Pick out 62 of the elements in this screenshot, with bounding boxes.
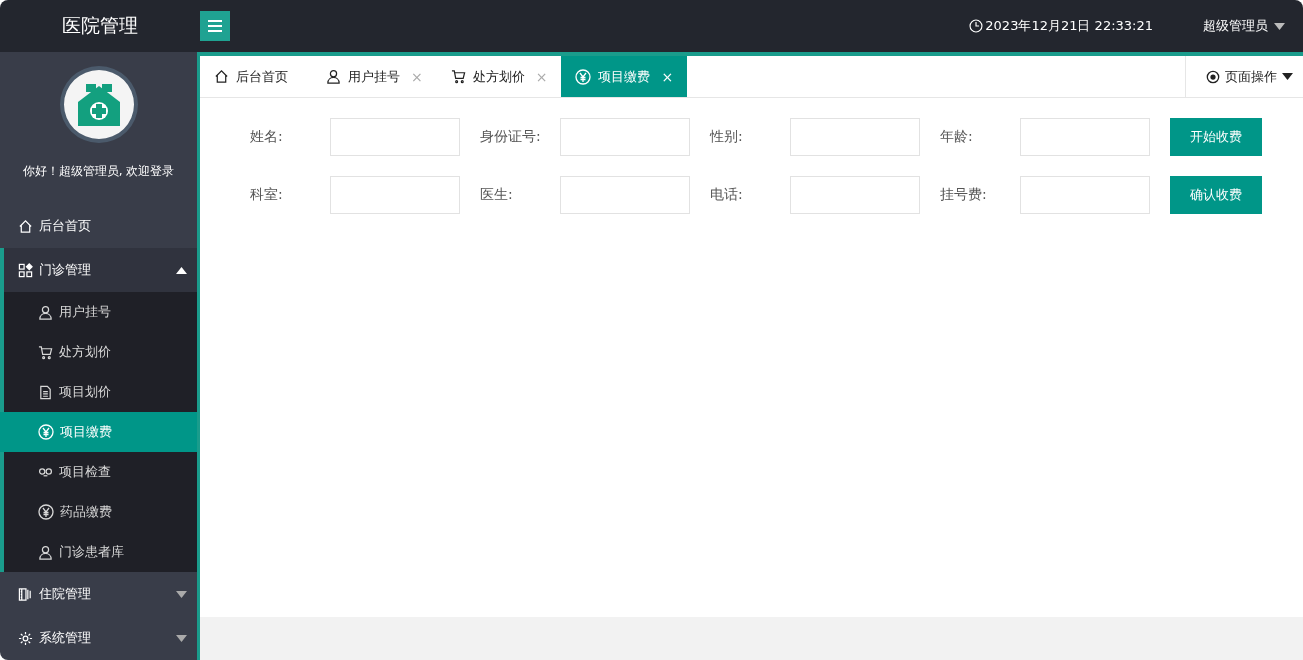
field-label: 姓名: [250, 128, 284, 146]
page-operations-menu[interactable]: 页面操作 [1185, 56, 1303, 97]
tab[interactable]: 处方划价 × [436, 56, 562, 97]
tab[interactable]: 用户挂号 × [312, 56, 437, 97]
submenu-item[interactable]: 用户挂号 [4, 292, 197, 332]
building-icon [18, 586, 33, 602]
yen-icon [38, 504, 54, 520]
menu-icon [208, 20, 222, 32]
sidebar-item[interactable]: 门诊管理 [0, 248, 197, 292]
caret-icon [176, 634, 187, 642]
sidebar-item[interactable]: 系统管理 [0, 616, 197, 660]
settings-icon [18, 630, 33, 646]
welcome-text: 你好！超级管理员, 欢迎登录 [21, 163, 176, 180]
input-field[interactable] [330, 176, 460, 214]
home-icon [18, 218, 33, 234]
cart-icon [450, 69, 466, 84]
sidebar-item[interactable]: 住院管理 [0, 572, 197, 616]
field-label: 科室: [250, 186, 284, 204]
caret-icon [1274, 22, 1285, 30]
tab[interactable]: 项目缴费 × [561, 56, 688, 97]
field-label: 医生: [480, 186, 514, 204]
submenu-item[interactable]: 项目缴费 [0, 412, 197, 452]
input-field[interactable] [1020, 118, 1150, 156]
field-label: 挂号费: [940, 186, 988, 204]
field-label: 性别: [710, 128, 744, 146]
close-icon[interactable]: × [661, 68, 674, 85]
document-icon [38, 384, 53, 400]
input-field[interactable] [560, 118, 690, 156]
cart-icon [38, 344, 53, 360]
caret-icon [176, 266, 187, 274]
home-icon [214, 69, 229, 84]
caret-icon [176, 590, 187, 598]
radio-icon [1206, 69, 1220, 84]
user-icon [38, 544, 53, 560]
clock-text: 2023年12月21日 22:33:21 [985, 17, 1153, 35]
app-title: 医院管理 [61, 13, 139, 38]
input-field[interactable] [1020, 176, 1150, 214]
input-field[interactable] [560, 176, 690, 214]
input-field[interactable] [330, 118, 460, 156]
tab[interactable]: 后台首页 [200, 56, 312, 97]
input-field[interactable] [790, 176, 920, 214]
sidebar-item[interactable]: 后台首页 [0, 204, 197, 248]
field-label: 年龄: [940, 128, 974, 146]
submenu-item[interactable]: 项目划价 [4, 372, 197, 412]
caret-icon [1282, 73, 1293, 80]
submenu-item[interactable]: 药品缴费 [4, 492, 197, 532]
user-icon [326, 69, 341, 84]
user-menu[interactable]: 超级管理员 [1197, 16, 1291, 36]
user-icon [38, 304, 53, 320]
menu-button[interactable] [200, 11, 230, 41]
submenu-item[interactable]: 门诊患者库 [4, 532, 197, 572]
field-label: 身份证号: [480, 128, 542, 146]
charge-button[interactable]: 开始收费 [1170, 118, 1262, 156]
submenu-item[interactable]: 项目检查 [4, 452, 197, 492]
input-field[interactable] [790, 118, 920, 156]
yen-icon [38, 424, 54, 440]
clock-icon [969, 19, 984, 33]
yen-icon [575, 68, 592, 85]
charge-button[interactable]: 确认收费 [1170, 176, 1262, 214]
field-label: 电话: [710, 186, 744, 204]
grid-icon [18, 262, 33, 278]
submenu-item[interactable]: 处方划价 [4, 332, 197, 372]
